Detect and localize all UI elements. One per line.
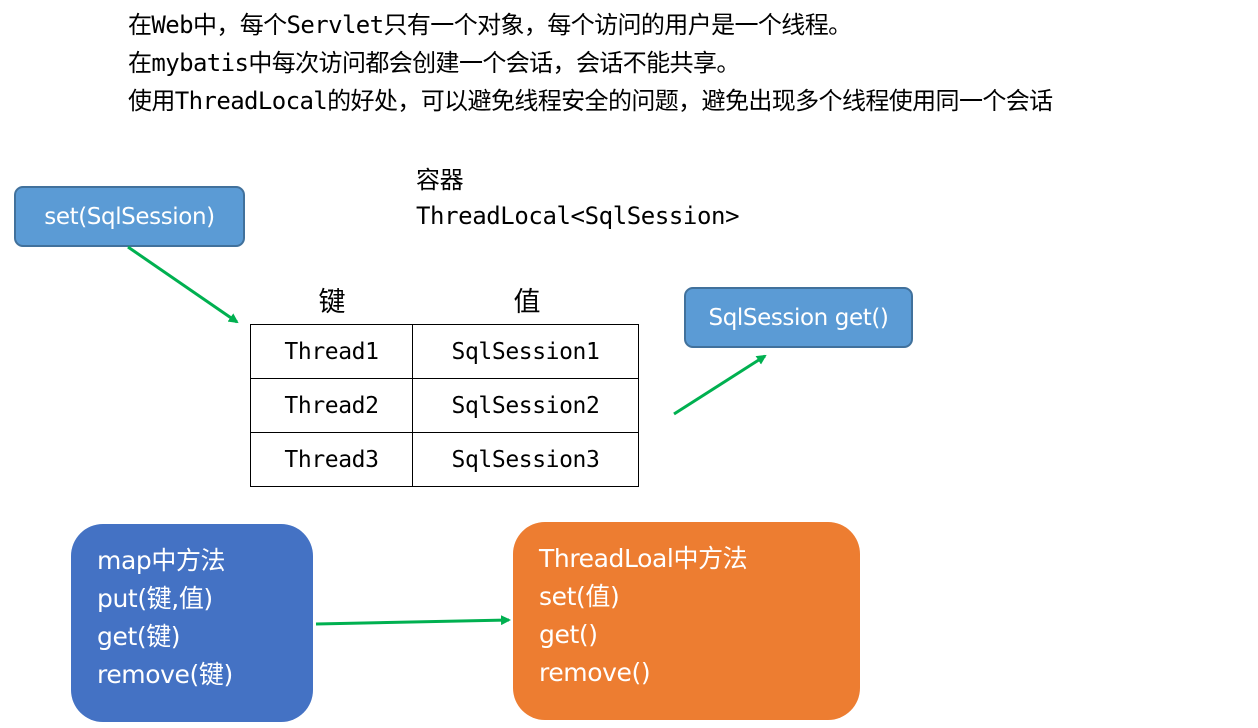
arrows-layer — [127, 245, 767, 626]
table-to-get-arrow — [673, 354, 767, 416]
set-to-table-arrow — [127, 245, 239, 324]
map-to-threadlocal-arrow — [315, 615, 511, 626]
